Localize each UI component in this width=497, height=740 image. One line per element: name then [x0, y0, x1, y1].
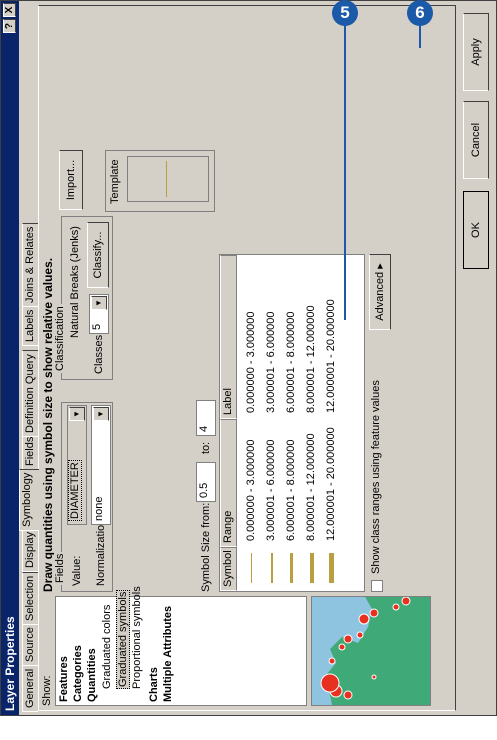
callout-6-badge: 6	[407, 0, 433, 26]
callout-leaders	[344, 24, 421, 320]
callout-5-badge: 5	[332, 0, 358, 26]
